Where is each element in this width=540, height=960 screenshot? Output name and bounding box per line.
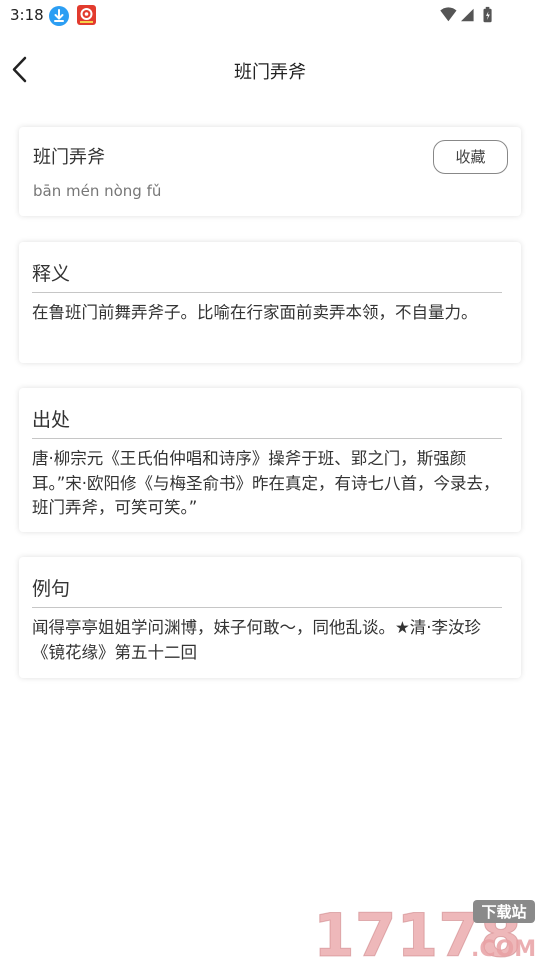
example-text: 闻得亭亭姐姐学问渊博，妹子何敢～，同他乱谈。★清·李汝珍《镜花缘》第五十二回 — [32, 618, 482, 662]
signal-icon — [461, 8, 474, 22]
collect-button[interactable]: 收藏 — [433, 140, 508, 174]
divider — [32, 438, 502, 439]
idiom-pinyin: bān mén nòng fǔ — [33, 182, 162, 200]
system-status-icons — [440, 6, 492, 23]
source-heading: 出处 — [32, 409, 71, 431]
download-icon — [49, 6, 69, 26]
site-watermark-logo: 17178 下载站 .COM — [313, 900, 536, 960]
definition-text: 在鲁班门前舞弄斧子。比喻在行家面前卖弄本领，不自量力。 — [32, 303, 478, 322]
source-text: 唐·柳宗元《王氏伯仲唱和诗序》操斧于班、郢之门，斯强颜耳。”宋·欧阳修《与梅圣俞… — [32, 449, 500, 517]
divider — [32, 607, 502, 608]
app-notification-icon — [77, 5, 96, 25]
source-card: 出处 唐·柳宗元《王氏伯仲唱和诗序》操斧于班、郢之门，斯强颜耳。”宋·欧阳修《与… — [19, 388, 521, 532]
watermark-badge: 下载站 — [481, 903, 526, 921]
status-bar: 3:18 — [0, 0, 540, 32]
divider — [32, 292, 502, 293]
wifi-icon — [440, 7, 457, 22]
status-time: 3:18 — [10, 6, 44, 24]
definition-heading: 释义 — [32, 263, 71, 285]
battery-icon — [483, 6, 492, 23]
example-card: 例句 闻得亭亭姐姐学问渊博，妹子何敢～，同他乱谈。★清·李汝珍《镜花缘》第五十二… — [19, 557, 521, 678]
page-title: 班门弄斧 — [234, 62, 306, 83]
idiom-word: 班门弄斧 — [33, 147, 105, 168]
header-bar: 班门弄斧 — [0, 44, 540, 98]
watermark-domain: .COM — [471, 937, 536, 960]
definition-card: 释义 在鲁班门前舞弄斧子。比喻在行家面前卖弄本领，不自量力。 — [19, 242, 521, 363]
example-heading: 例句 — [32, 578, 71, 600]
idiom-card: 班门弄斧 bān mén nòng fǔ 收藏 — [19, 127, 521, 216]
